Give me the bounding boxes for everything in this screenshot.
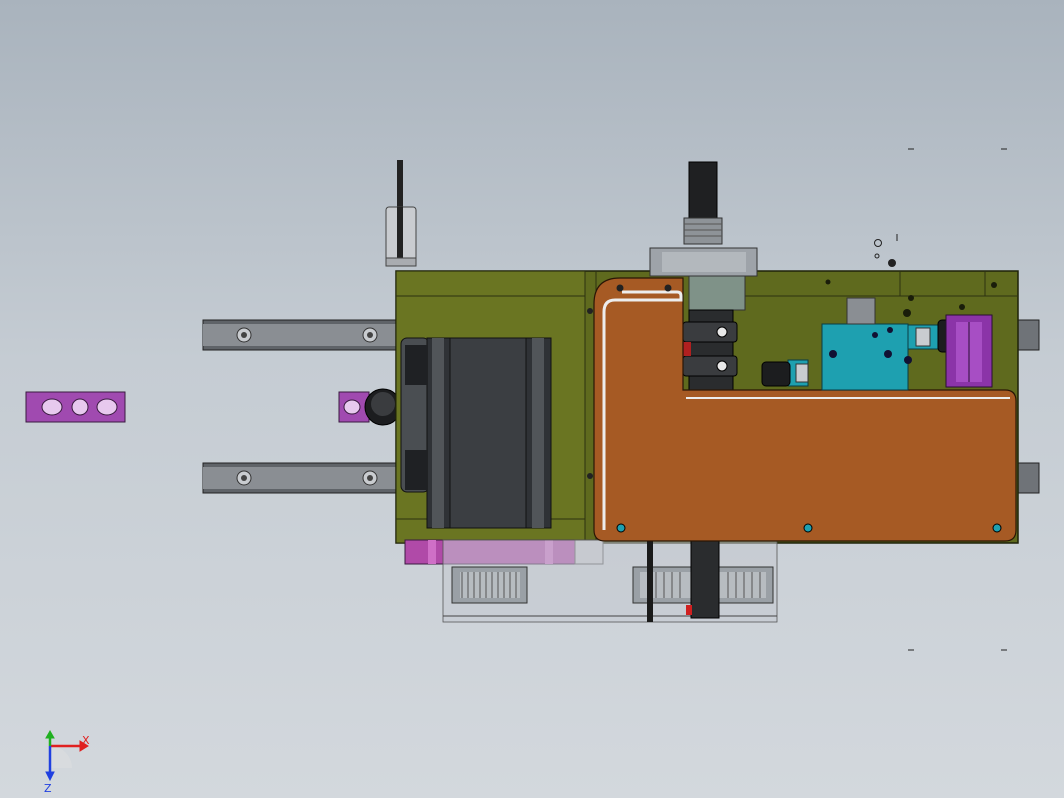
marker-dot	[874, 253, 880, 259]
pulley-left	[451, 566, 528, 604]
bracket-left-purple	[25, 391, 126, 423]
rail-stub-right-bottom	[1016, 462, 1040, 494]
bracket-right-purple	[945, 314, 993, 388]
linear-rail-top	[202, 319, 401, 351]
linear-rail-bottom	[202, 462, 401, 494]
cad-assembly-drawing: X Z	[25, 148, 1040, 795]
axis-label-z: Z	[44, 782, 52, 795]
marker-dot	[888, 259, 896, 267]
marker-dot	[874, 239, 882, 247]
belt-tensioner-rod	[647, 540, 653, 622]
rail-stub-right-top	[1016, 319, 1040, 351]
cad-viewport[interactable]: X Z	[0, 0, 1064, 798]
axis-label-x: X	[82, 734, 90, 747]
orientation-triad: X Z	[44, 729, 90, 795]
sensor-switch	[385, 160, 417, 267]
